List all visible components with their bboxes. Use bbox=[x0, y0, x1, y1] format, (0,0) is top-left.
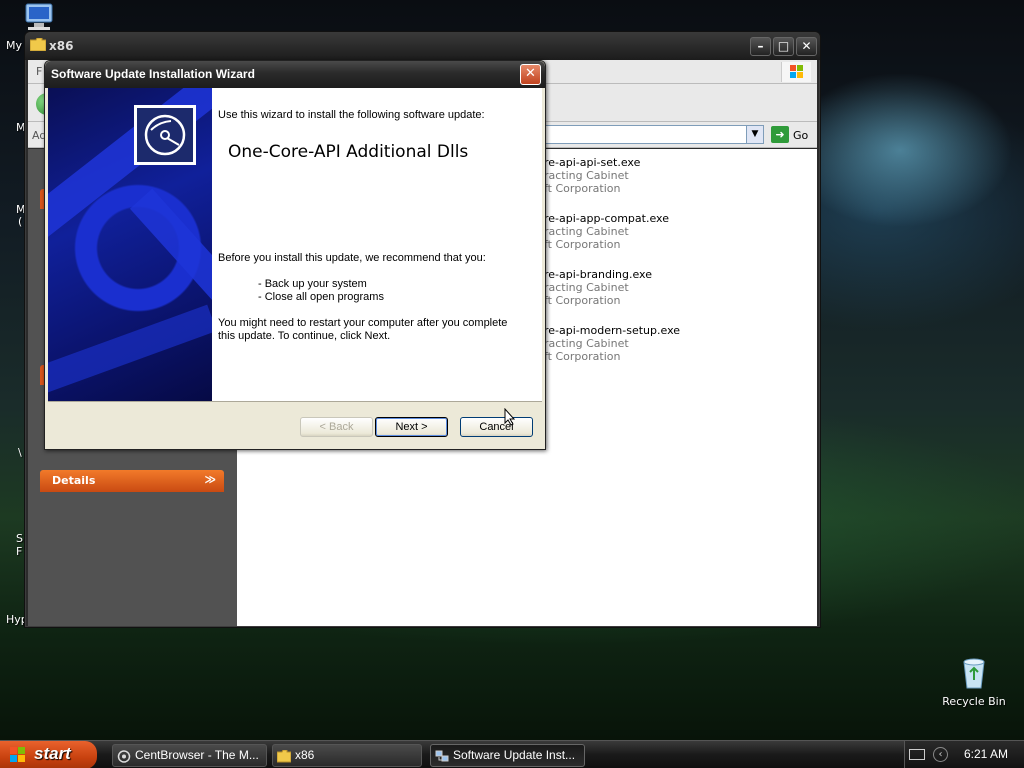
wizard-body: Use this wizard to install the following… bbox=[48, 88, 542, 401]
windows-logo-icon bbox=[781, 62, 811, 82]
explorer-title: x86 bbox=[49, 39, 74, 53]
wizard-separator bbox=[48, 401, 542, 402]
file-description: racting Cabinet bbox=[544, 225, 629, 238]
taskbar-item-software-update[interactable]: Software Update Inst... bbox=[430, 744, 585, 767]
wizard-restart-text: You might need to restart your computer … bbox=[218, 317, 508, 329]
wizard-title-bar[interactable]: Software Update Installation Wizard ✕ bbox=[45, 61, 545, 88]
cancel-button[interactable]: Cancel bbox=[460, 417, 533, 437]
start-label: start bbox=[34, 744, 71, 763]
wizard-intro-text: Use this wizard to install the following… bbox=[218, 109, 485, 121]
wizard-banner-image bbox=[48, 88, 212, 401]
back-button[interactable]: < Back bbox=[300, 417, 373, 437]
desktop-icon-label-fragment: S bbox=[16, 532, 23, 545]
close-button[interactable]: ✕ bbox=[796, 37, 817, 56]
taskbar: start CentBrowser - The M... x86 Softwar… bbox=[0, 740, 1024, 768]
clock[interactable]: 6:21 AM bbox=[964, 747, 1008, 761]
wizard-recommend-text: Before you install this update, we recom… bbox=[218, 252, 486, 264]
taskbar-item-centbrowser[interactable]: CentBrowser - The M... bbox=[112, 744, 267, 767]
chevron-down-icon: ≫ bbox=[204, 473, 216, 486]
go-arrow-icon[interactable]: ➜ bbox=[771, 126, 789, 143]
details-panel-header[interactable]: Details ≫ bbox=[40, 470, 224, 492]
setup-icon bbox=[435, 749, 449, 762]
show-hidden-icons-chevron-icon[interactable]: ‹ bbox=[933, 747, 948, 762]
minimize-button[interactable]: – bbox=[750, 37, 771, 56]
start-button[interactable]: start bbox=[0, 741, 97, 768]
file-company: ft Corporation bbox=[544, 294, 621, 307]
taskbar-item-label: x86 bbox=[295, 748, 315, 762]
details-label: Details bbox=[52, 474, 96, 487]
recycle-bin-label: Recycle Bin bbox=[942, 695, 1006, 708]
address-dropdown-chevron-icon[interactable]: ▼ bbox=[746, 125, 764, 144]
menu-file[interactable]: F bbox=[36, 65, 42, 78]
file-name: re-api-branding.exe bbox=[544, 268, 652, 281]
file-company: ft Corporation bbox=[544, 350, 621, 363]
list-item[interactable]: re-api-api-set.exe racting Cabinet ft Co… bbox=[544, 156, 844, 195]
file-name: re-api-app-compat.exe bbox=[544, 212, 669, 225]
list-item[interactable]: re-api-app-compat.exe racting Cabinet ft… bbox=[544, 212, 844, 251]
mouse-cursor-icon bbox=[504, 407, 516, 429]
desktop-icon-label-fragment: F bbox=[16, 545, 23, 558]
desktop-icon-label-fragment: My bbox=[6, 39, 23, 52]
windows-flag-icon bbox=[10, 747, 26, 763]
wizard-restart-text: this update. To continue, click Next. bbox=[218, 330, 391, 342]
go-button-label[interactable]: Go bbox=[793, 129, 808, 142]
system-tray: ‹ 6:21 AM bbox=[904, 741, 1024, 768]
file-name: re-api-modern-setup.exe bbox=[544, 324, 681, 337]
folder-icon bbox=[276, 749, 292, 763]
keyboard-icon[interactable] bbox=[909, 749, 925, 760]
taskbar-item-x86[interactable]: x86 bbox=[272, 744, 422, 767]
file-name: re-api-api-set.exe bbox=[544, 156, 641, 169]
taskbar-item-label: CentBrowser - The M... bbox=[135, 748, 259, 762]
taskbar-item-label: Software Update Inst... bbox=[453, 748, 576, 762]
file-description: racting Cabinet bbox=[544, 337, 629, 350]
wizard-bullet-close-programs: - Close all open programs bbox=[258, 291, 384, 303]
list-item[interactable]: re-api-modern-setup.exe racting Cabinet … bbox=[544, 324, 844, 363]
folder-icon bbox=[29, 37, 47, 52]
my-computer-icon[interactable] bbox=[22, 2, 56, 32]
cd-disc-icon bbox=[134, 105, 196, 165]
wizard-title: Software Update Installation Wizard bbox=[51, 67, 255, 81]
file-description: racting Cabinet bbox=[544, 169, 629, 182]
desktop-icon-label-fragment: \ bbox=[18, 446, 22, 459]
maximize-button[interactable]: □ bbox=[773, 37, 794, 56]
explorer-title-bar[interactable]: x86 – □ ✕ bbox=[25, 32, 820, 60]
file-description: racting Cabinet bbox=[544, 281, 629, 294]
next-button[interactable]: Next > bbox=[375, 417, 448, 437]
file-company: ft Corporation bbox=[544, 238, 621, 251]
wizard-close-button[interactable]: ✕ bbox=[520, 64, 541, 85]
update-name-heading: One-Core-API Additional Dlls bbox=[228, 142, 469, 162]
browser-icon bbox=[117, 749, 131, 763]
recycle-bin-icon[interactable] bbox=[956, 656, 992, 690]
wizard-bullet-backup: - Back up your system bbox=[258, 278, 367, 290]
list-item[interactable]: re-api-branding.exe racting Cabinet ft C… bbox=[544, 268, 844, 307]
address-input[interactable] bbox=[528, 125, 764, 144]
update-wizard-dialog: Software Update Installation Wizard ✕ Us… bbox=[44, 60, 546, 450]
desktop-icon-label-fragment: ( bbox=[18, 215, 23, 228]
file-company: ft Corporation bbox=[544, 182, 621, 195]
